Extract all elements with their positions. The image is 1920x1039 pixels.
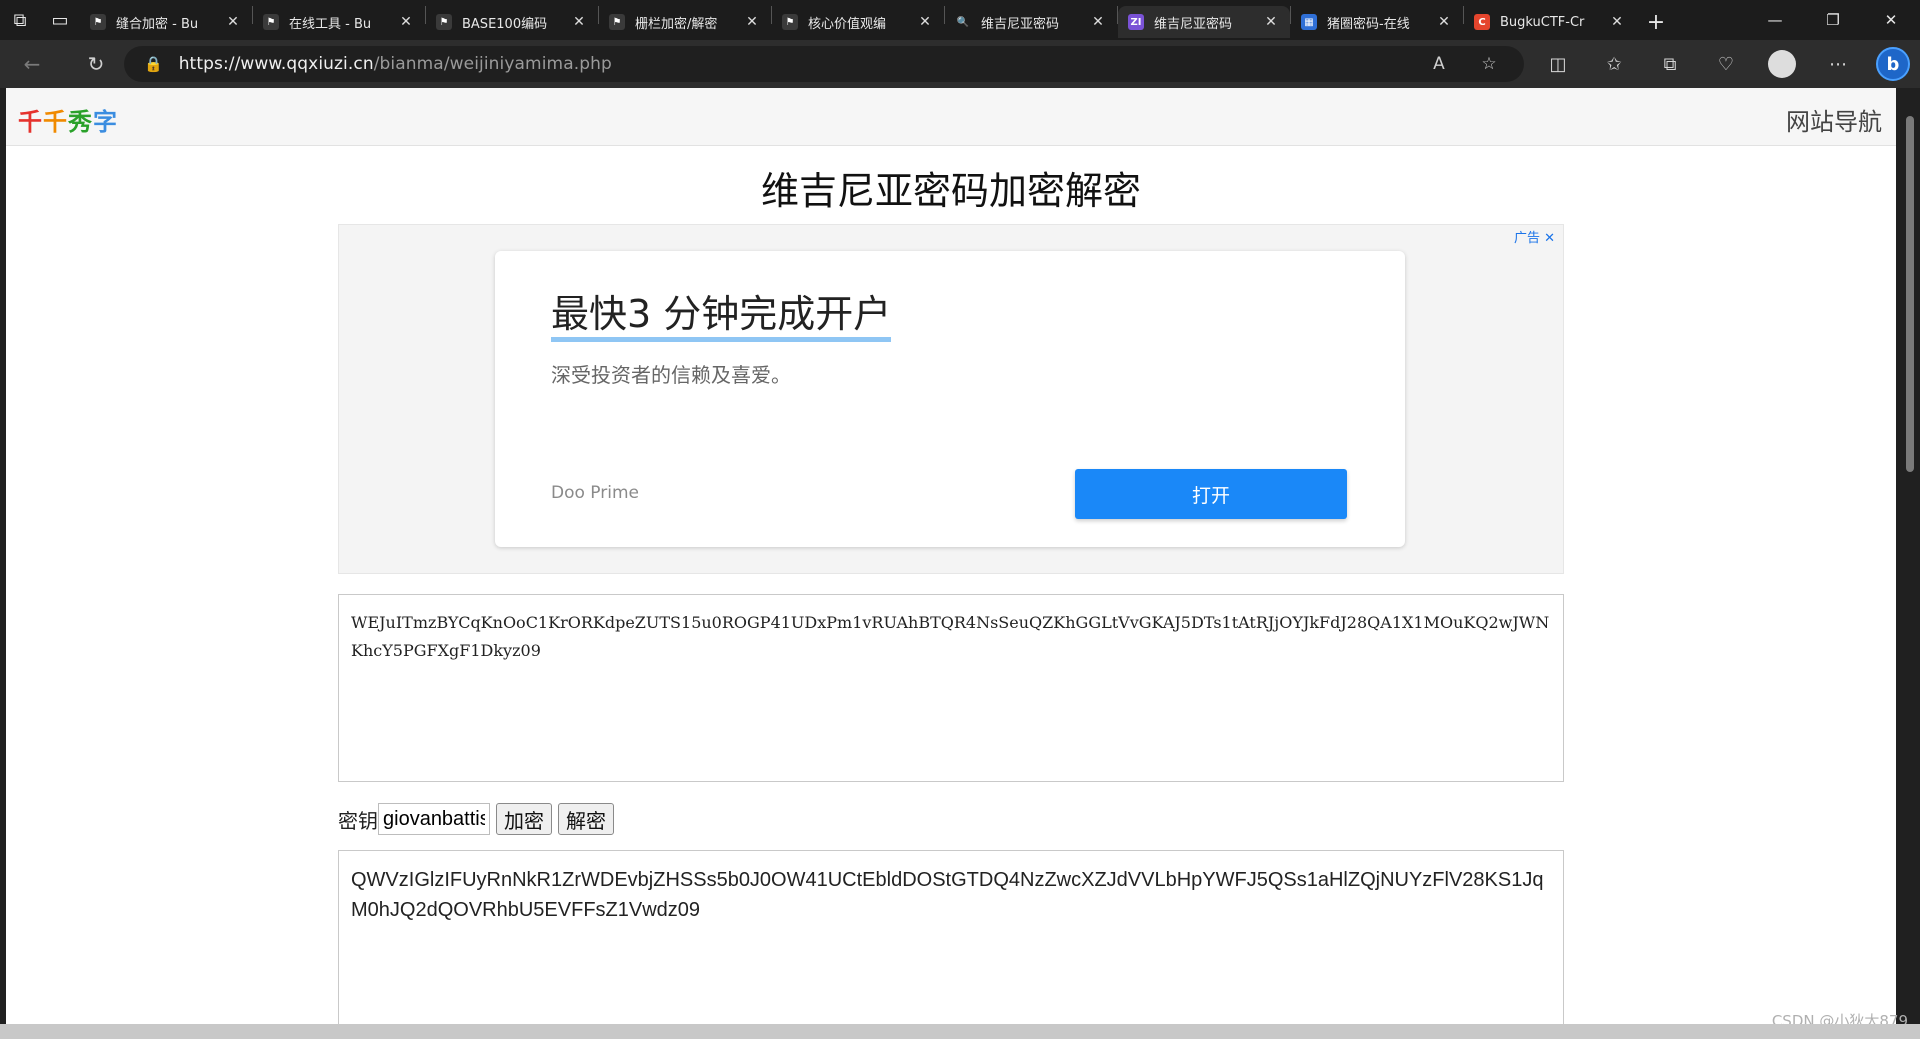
tab-close-icon[interactable]: ✕ [1089, 14, 1107, 30]
decrypt-button[interactable]: 解密 [558, 803, 614, 835]
tab-title: 维吉尼亚密码 [1154, 16, 1233, 32]
tab-title: 猪圈密码-在线 [1327, 16, 1410, 32]
tab-close-icon[interactable]: ✕ [1262, 14, 1280, 30]
browser-tab[interactable]: ZI 维吉尼亚密码 ✕ [1118, 6, 1290, 38]
tab-close-icon[interactable]: ✕ [1435, 14, 1453, 30]
tab-close-icon[interactable]: ✕ [1608, 14, 1626, 30]
output-textarea[interactable]: QWVzIGlzIFUyRnNkR1ZrWDEvbjZHSSs5b0J0OW41… [338, 850, 1564, 1024]
tab-actions-icon[interactable]: ▭ [40, 0, 80, 40]
tab-close-icon[interactable]: ✕ [570, 14, 588, 30]
url-host: https://www.qqxiuzi.cn [178, 54, 374, 74]
tab-favicon-icon: ⚑ [436, 14, 452, 30]
tab-title: 维吉尼亚密码 [981, 16, 1060, 32]
key-row: 密钥 加密 解密 [338, 802, 620, 836]
browser-tab[interactable]: ▦ 猪圈密码-在线 ✕ [1291, 6, 1463, 38]
lock-icon: 🔒 [144, 55, 163, 73]
tab-close-icon[interactable]: ✕ [916, 14, 934, 30]
tab-favicon-icon: ⚑ [90, 14, 106, 30]
encrypt-button[interactable]: 加密 [496, 803, 552, 835]
tab-favicon-icon: ZI [1128, 14, 1144, 30]
taskbar [0, 1024, 1920, 1039]
tab-close-icon[interactable]: ✕ [224, 14, 242, 30]
more-menu-icon[interactable]: ⋯ [1810, 54, 1866, 75]
workspaces-icon[interactable]: ⧉ [0, 0, 40, 40]
tab-favicon-icon: 🔍 [955, 14, 971, 30]
favorites-icon[interactable]: ✩ [1586, 54, 1642, 75]
ad-card[interactable]: 最快3 分钟完成开户 深受投资者的信赖及喜爱。 Doo Prime 打开 [495, 251, 1405, 547]
ad-open-button[interactable]: 打开 [1075, 469, 1347, 519]
site-logo[interactable]: 千千秀字 [18, 102, 118, 137]
browser-tab-strip: ⧉ ▭ ⚑ 缝合加密 - Bu ✕ ⚑ 在线工具 - Bu ✕ ⚑ BASE100编码 ✕ ⚑ 栅栏… [0, 0, 1920, 40]
browser-tab[interactable]: C BugkuCTF-Cr ✕ [1464, 6, 1636, 38]
logo-char: 千 [18, 108, 43, 136]
ad-banner: 广告 ✕ 最快3 分钟完成开户 深受投资者的信赖及喜爱。 Doo Prime 打… [338, 224, 1564, 574]
url-path: /bianma/weijiniyamima.php [373, 54, 612, 74]
tab-close-icon[interactable]: ✕ [743, 14, 761, 30]
tab-title: 缝合加密 - Bu [116, 16, 199, 32]
browser-tab[interactable]: ⚑ BASE100编码 ✕ [426, 6, 598, 38]
browser-essentials-icon[interactable]: ♡ [1698, 54, 1754, 75]
ad-subtitle: 深受投资者的信赖及喜爱。 [551, 363, 791, 387]
logo-char: 秀 [68, 108, 93, 136]
site-header: 千千秀字 网站导航 [6, 88, 1896, 146]
read-aloud-icon[interactable]: A [1414, 54, 1464, 74]
page-viewport: 千千秀字 网站导航 维吉尼亚密码加密解密 广告 ✕ 最快3 分钟完成开户 深受投… [6, 88, 1896, 1024]
collections-icon[interactable]: ⧉ [1642, 54, 1698, 75]
split-screen-icon[interactable]: ◫ [1530, 54, 1586, 75]
ad-close-tag[interactable]: 广告 ✕ [1514, 227, 1555, 246]
tab-list: ⚑ 缝合加密 - Bu ✕ ⚑ 在线工具 - Bu ✕ ⚑ BASE100编码 ✕ ⚑ 栅栏加密/解… [80, 0, 1636, 40]
tab-title: 核心价值观编 [808, 16, 887, 32]
tab-favicon-icon: ⚑ [782, 14, 798, 30]
site-nav-link[interactable]: 网站导航 [1786, 102, 1882, 137]
ad-brand: Doo Prime [551, 483, 639, 503]
browser-tab[interactable]: 🔍 维吉尼亚密码 ✕ [945, 6, 1117, 38]
profile-avatar[interactable] [1768, 50, 1796, 78]
browser-tab[interactable]: ⚑ 缝合加密 - Bu ✕ [80, 6, 252, 38]
minimize-button[interactable]: — [1746, 0, 1804, 40]
favorite-star-icon[interactable]: ☆ [1464, 54, 1514, 74]
browser-tab[interactable]: ⚑ 在线工具 - Bu ✕ [253, 6, 425, 38]
tab-favicon-icon: C [1474, 14, 1490, 30]
browser-tab[interactable]: ⚑ 核心价值观编 ✕ [772, 6, 944, 38]
tab-title: 栅栏加密/解密 [635, 16, 718, 32]
logo-char: 字 [93, 108, 118, 136]
restore-button[interactable]: ❐ [1804, 0, 1862, 40]
address-bar[interactable]: 🔒 https://www.qqxiuzi.cn/bianma/weijiniy… [124, 46, 1524, 82]
page-title: 维吉尼亚密码加密解密 [760, 169, 1141, 213]
close-window-button[interactable]: ✕ [1862, 0, 1920, 40]
back-icon[interactable]: ← [10, 46, 54, 82]
new-tab-button[interactable]: + [1636, 6, 1676, 38]
input-textarea[interactable]: WEJuITmzBYCqKnOoC1KrORKdpeZUTS15u0ROGP41… [338, 594, 1564, 782]
refresh-icon[interactable]: ↻ [74, 46, 118, 82]
url-text: https://www.qqxiuzi.cn/bianma/weijiniyam… [179, 54, 612, 74]
window-controls: — ❐ ✕ [1746, 0, 1920, 40]
toolbar-actions: ◫ ✩ ⧉ ♡ ⋯ b [1530, 40, 1920, 88]
logo-char: 千 [43, 108, 68, 136]
copilot-icon[interactable]: b [1876, 47, 1910, 81]
tab-title: BASE100编码 [462, 16, 548, 32]
key-input[interactable] [378, 803, 490, 835]
ad-headline: 最快3 分钟完成开户 [551, 291, 892, 342]
tab-favicon-icon: ⚑ [263, 14, 279, 30]
tab-title: BugkuCTF-Cr [1500, 14, 1585, 30]
tab-favicon-icon: ⚑ [609, 14, 625, 30]
browser-tab[interactable]: ⚑ 栅栏加密/解密 ✕ [599, 6, 771, 38]
tab-close-icon[interactable]: ✕ [397, 14, 415, 30]
browser-toolbar: ← ↻ 🔒 https://www.qqxiuzi.cn/bianma/weij… [0, 40, 1920, 88]
tab-favicon-icon: ▦ [1301, 14, 1317, 30]
page-scrollbar-thumb[interactable] [1906, 116, 1914, 472]
key-label: 密钥 [338, 808, 378, 833]
tab-title: 在线工具 - Bu [289, 16, 372, 32]
